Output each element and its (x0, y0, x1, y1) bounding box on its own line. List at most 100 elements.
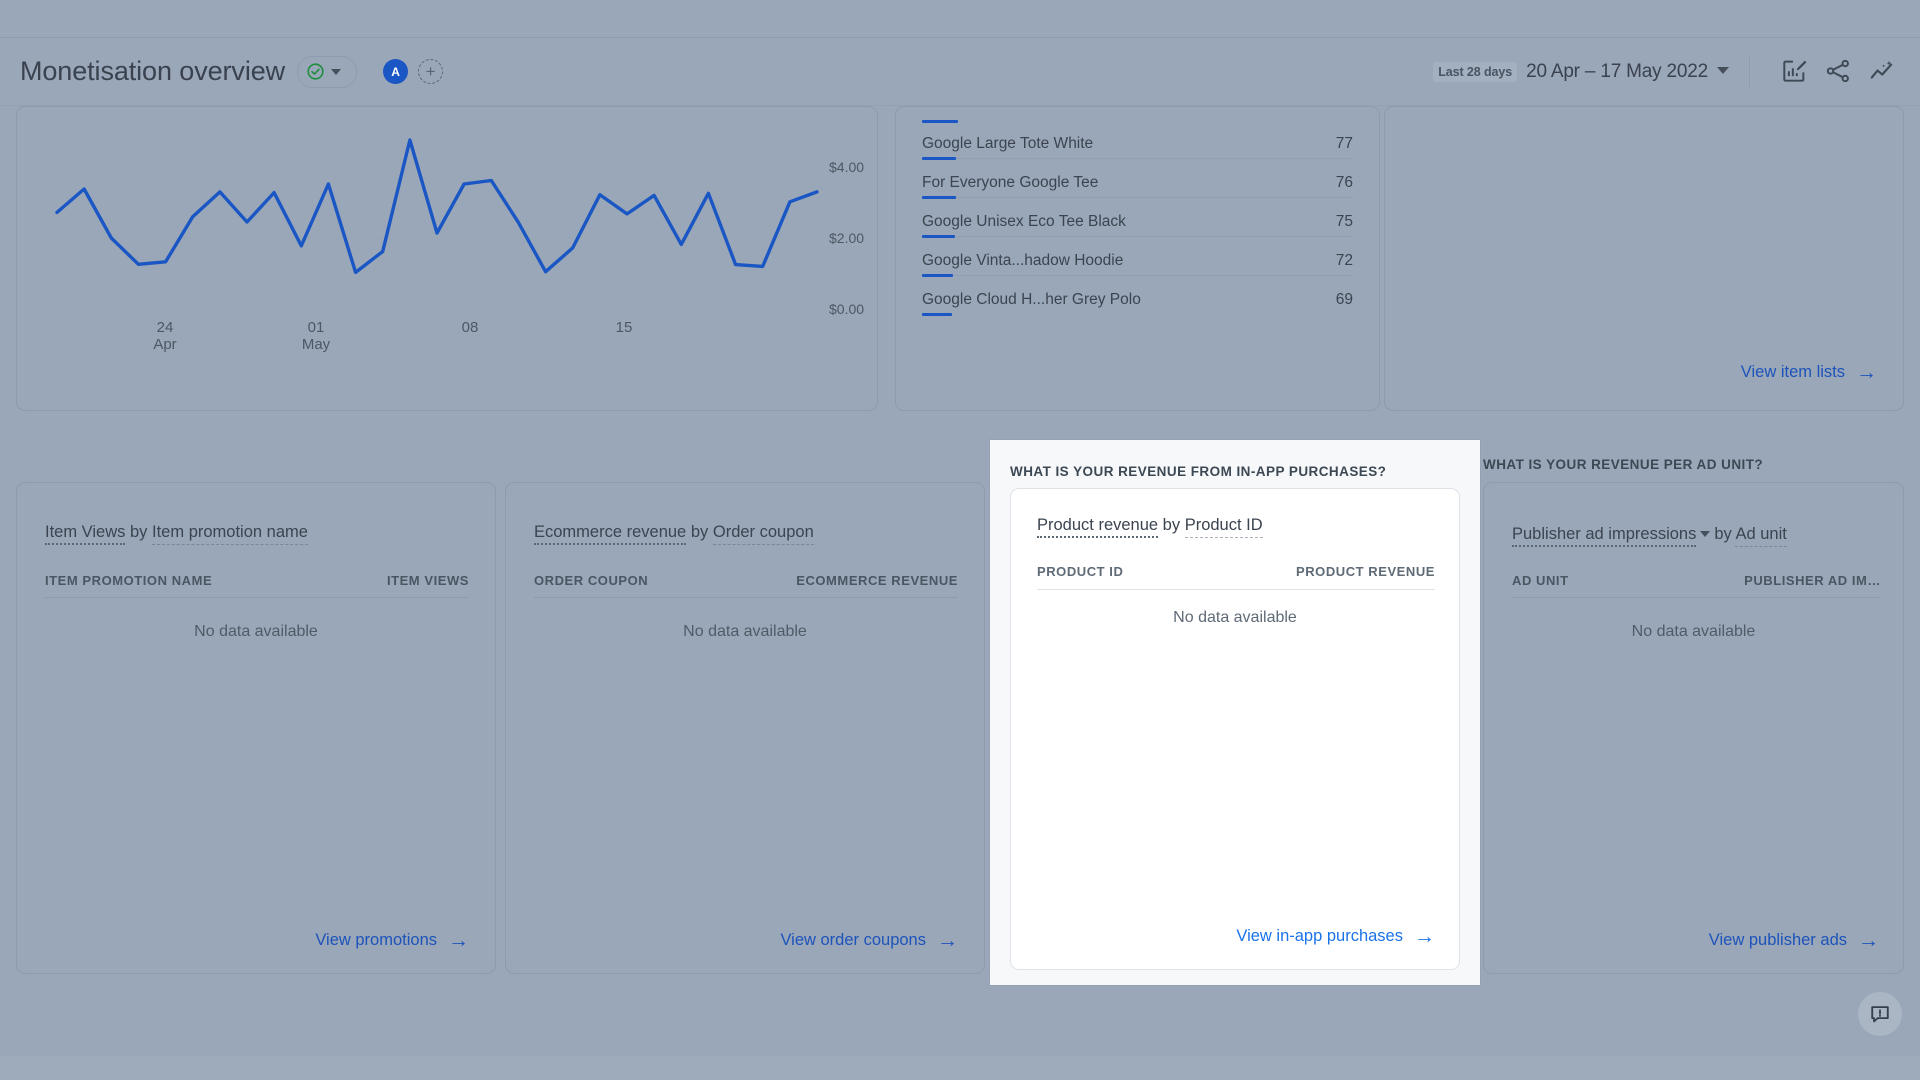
item-promotions-card: Item Views by Item promotion name ITEM P… (16, 482, 496, 974)
card-title[interactable]: Publisher ad impressions by Ad unit (1512, 523, 1872, 547)
item-bar-1 (922, 157, 956, 160)
col-dimension: PRODUCT ID (1037, 564, 1124, 579)
empty-state: No data available (1173, 609, 1297, 626)
dimension-selector[interactable]: Product ID (1184, 516, 1263, 538)
item-lists-card: View item lists → (1384, 106, 1904, 411)
item-name: For Everyone Google Tee (922, 174, 1099, 191)
item-name: Google Cloud H...her Grey Polo (922, 291, 1141, 308)
table-row[interactable]: Google Large Tote White 77 (922, 135, 1353, 153)
insights-icon[interactable] (1868, 57, 1898, 87)
row-divider (922, 236, 1353, 237)
header-rule (1037, 589, 1435, 590)
revenue-trend-card: $4.00 $2.00 $0.00 24 Apr 01 May 08 15 (16, 106, 878, 411)
empty-state: No data available (194, 623, 318, 640)
empty-state: No data available (683, 623, 807, 640)
item-value: 72 (1335, 252, 1353, 269)
table-header: PRODUCT ID PRODUCT REVENUE (1037, 564, 1435, 579)
card-title[interactable]: Ecommerce revenue by Order coupon (534, 523, 814, 545)
item-name: Google Unisex Eco Tee Black (922, 213, 1126, 230)
table-row[interactable]: Google Vinta...hadow Hoodie 72 (922, 252, 1353, 270)
view-publisher-ads-link[interactable]: View publisher ads → (1709, 930, 1879, 951)
x-tick-15: 15 (594, 319, 654, 336)
dimension-selector[interactable]: Order coupon (712, 523, 814, 545)
empty-state: No data available (1631, 623, 1756, 640)
edit-chart-icon[interactable] (1780, 57, 1810, 87)
col-metric: ECOMMERCE REVENUE (796, 573, 958, 588)
metric-selector[interactable]: Publisher ad impressions (1512, 525, 1697, 547)
chevron-down-icon (1717, 66, 1729, 74)
by-word: by (1714, 525, 1732, 543)
table-row[interactable]: Google Unisex Eco Tee Black 75 (922, 213, 1353, 231)
row-divider (922, 275, 1353, 276)
plus-icon[interactable]: + (418, 59, 444, 84)
metric-selector[interactable]: Product revenue (1037, 516, 1159, 538)
card-title[interactable]: Item Views by Item promotion name (45, 523, 308, 545)
metric-selector[interactable]: Ecommerce revenue (534, 523, 687, 545)
item-bar-2 (922, 196, 956, 199)
verified-chip[interactable] (297, 55, 358, 88)
table-row[interactable]: Google Cloud H...her Grey Polo 69 (922, 291, 1353, 309)
item-name: Google Large Tote White (922, 135, 1094, 152)
y-tick-2: $2.00 (829, 230, 865, 246)
chevron-down-icon (331, 68, 342, 75)
x-tick-01-may: 01 May (286, 319, 346, 354)
view-order-coupons-label: View order coupons (780, 931, 926, 949)
browser-top-strip (0, 0, 1920, 38)
item-bar-4 (922, 274, 953, 277)
check-circle-icon (306, 62, 325, 81)
page-bottom-strip (0, 1056, 1920, 1080)
chevron-down-icon[interactable] (1700, 531, 1711, 537)
item-value: 69 (1335, 291, 1353, 308)
view-order-coupons-link[interactable]: View order coupons → (780, 930, 958, 951)
arrow-right-icon: → (448, 929, 469, 952)
col-dimension: AD UNIT (1512, 573, 1569, 588)
x-tick-day: 01 (307, 319, 325, 336)
header-rule (45, 597, 469, 598)
top-items-card: Google Large Tote White 77 For Everyone … (895, 106, 1380, 498)
item-value: 75 (1335, 213, 1353, 230)
publisher-ads-card: Publisher ad impressions by Ad unit AD UN… (1483, 482, 1904, 974)
revenue-line-chart: $4.00 $2.00 $0.00 24 Apr 01 May 08 15 (17, 107, 879, 412)
avatar[interactable]: A (383, 59, 409, 84)
x-tick-day: 08 (461, 319, 479, 336)
modal-eyebrow: WHAT IS YOUR REVENUE FROM IN-APP PURCHAS… (1010, 464, 1387, 479)
col-dimension: ITEM PROMOTION NAME (45, 573, 213, 588)
share-icon[interactable] (1824, 57, 1854, 87)
feedback-icon (1869, 1003, 1891, 1025)
item-bar-0 (922, 120, 958, 123)
view-in-app-purchases-label: View in-app purchases (1236, 927, 1403, 945)
item-value: 77 (1335, 135, 1353, 152)
view-in-app-purchases-link[interactable]: View in-app purchases → (1236, 926, 1435, 947)
header-rule (534, 597, 958, 598)
product-revenue-card: Product revenue by Product ID PRODUCT ID… (1010, 488, 1460, 970)
table-row[interactable]: For Everyone Google Tee 76 (922, 174, 1353, 192)
line-chart-svg (55, 138, 819, 310)
header-rule (1512, 597, 1881, 598)
x-tick-24-apr: 24 Apr (135, 319, 195, 354)
page-header: Monetisation overview A + Last 28 days 2… (0, 38, 1920, 106)
x-tick-day: 15 (615, 319, 633, 336)
arrow-right-icon: → (1414, 925, 1435, 948)
col-metric: ITEM VIEWS (386, 573, 469, 588)
arrow-right-icon: → (1856, 361, 1877, 384)
col-dimension: ORDER COUPON (534, 573, 649, 588)
arrow-right-icon: → (937, 929, 958, 952)
col-metric: PUBLISHER AD IM… (1744, 573, 1881, 588)
row-divider (922, 158, 1353, 159)
x-tick-08: 08 (440, 319, 500, 336)
by-word: by (129, 523, 148, 541)
dimension-selector[interactable]: Ad unit (1735, 525, 1787, 547)
by-word: by (1162, 516, 1181, 534)
feedback-button[interactable] (1858, 992, 1902, 1036)
date-range-picker[interactable]: 20 Apr – 17 May 2022 (1517, 61, 1729, 83)
metric-selector[interactable]: Item Views (45, 523, 126, 545)
table-header: AD UNIT PUBLISHER AD IM… (1512, 573, 1881, 588)
card-title[interactable]: Product revenue by Product ID (1037, 516, 1263, 538)
last-days-badge: Last 28 days (1433, 61, 1518, 82)
item-bar-3 (922, 235, 955, 238)
y-tick-0: $0.00 (829, 301, 865, 317)
dimension-selector[interactable]: Item promotion name (152, 523, 308, 545)
date-range-label: 20 Apr – 17 May 2022 (1526, 60, 1708, 82)
view-item-lists-link[interactable]: View item lists → (1741, 362, 1877, 383)
view-promotions-link[interactable]: View promotions → (315, 930, 469, 951)
